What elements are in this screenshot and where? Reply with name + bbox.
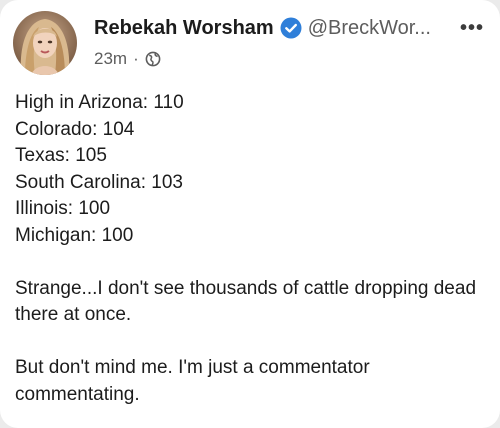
post-line: Texas: 105 <box>15 145 107 166</box>
post-line: High in Arizona: 110 <box>15 92 184 113</box>
author-handle[interactable]: @BreckWor... <box>308 17 431 40</box>
post-line: South Carolina: 103 <box>15 171 183 193</box>
more-options-icon[interactable]: ••• <box>456 16 488 40</box>
globe-icon[interactable] <box>145 51 161 67</box>
post-timestamp[interactable]: 23m <box>94 49 127 69</box>
verified-badge-icon <box>280 17 302 39</box>
post-line: Illinois: 100 <box>15 198 111 219</box>
post-line: Colorado: 104 <box>15 118 135 140</box>
avatar-photo-icon <box>13 11 77 75</box>
author-row: Rebekah Worsham @BreckWor... <box>94 14 431 42</box>
post-card: Rebekah Worsham @BreckWor... ••• 23m · H… <box>0 0 500 428</box>
post-line: Michigan: 100 <box>15 224 134 246</box>
post-paragraph: But don't mind me. I'm just a commentato… <box>15 357 370 405</box>
post-meta: 23m · <box>94 48 161 70</box>
avatar[interactable] <box>13 11 77 75</box>
post-text: High in Arizona: 110 Colorado: 104 Texas… <box>15 90 491 408</box>
meta-separator: · <box>133 49 139 68</box>
author-display-name[interactable]: Rebekah Worsham <box>94 17 274 40</box>
post-paragraph: Strange...I don't see thousands of cattl… <box>15 277 477 326</box>
